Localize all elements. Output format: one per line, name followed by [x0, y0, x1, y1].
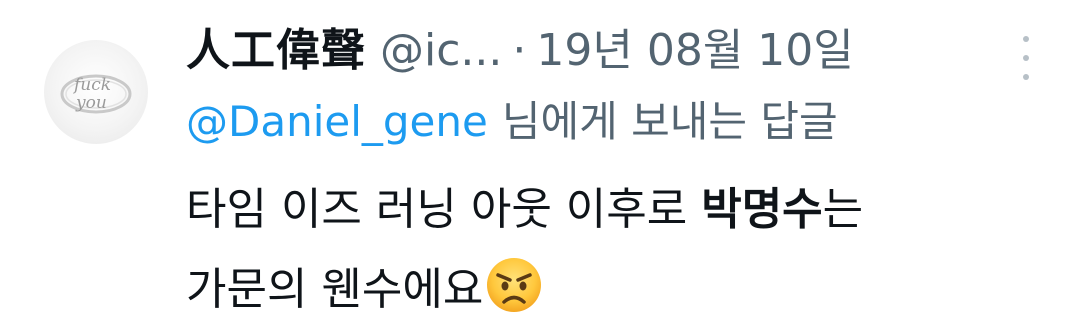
more-dot: [1023, 74, 1029, 80]
user-handle[interactable]: @ic...: [380, 25, 502, 76]
avatar-text-line1: fuck: [72, 75, 111, 95]
reply-suffix: 님에게 보내는 답글: [501, 97, 838, 146]
more-options-icon[interactable]: [1016, 36, 1036, 80]
ring-photo-icon: fuck you: [60, 74, 132, 114]
body-text-bold: 박명수: [701, 184, 823, 235]
body-text-line2: 가문의 웬수에요: [186, 264, 484, 315]
tweet-body-line2: 가문의 웬수에요: [186, 250, 1036, 330]
tweet-content: 人工偉聲 @ic... · 19년 08월 10일 @Daniel_gene 님에…: [186, 14, 1036, 330]
separator-dot: ·: [512, 25, 527, 76]
reply-mention-link[interactable]: @Daniel_gene: [186, 97, 488, 146]
reply-context: @Daniel_gene 님에게 보내는 답글: [186, 88, 1036, 150]
more-dot: [1023, 36, 1029, 42]
avatar[interactable]: fuck you: [44, 40, 148, 144]
tweet-body: 타임 이즈 러닝 아웃 이후로 박명수는 가문의 웬수에요: [186, 170, 1036, 330]
tweet-header: 人工偉聲 @ic... · 19년 08월 10일: [186, 14, 1036, 80]
tweet-date[interactable]: 19년 08월 10일: [536, 14, 853, 78]
more-dot: [1023, 55, 1029, 61]
tweet-body-line1: 타임 이즈 러닝 아웃 이후로 박명수는: [186, 170, 1036, 250]
angry-face-icon: [485, 256, 543, 314]
avatar-text-line2: you: [75, 93, 107, 113]
body-text-prefix: 타임 이즈 러닝 아웃 이후로: [186, 184, 702, 235]
body-text-suffix: 는: [822, 184, 864, 235]
display-name[interactable]: 人工偉聲: [186, 14, 366, 78]
